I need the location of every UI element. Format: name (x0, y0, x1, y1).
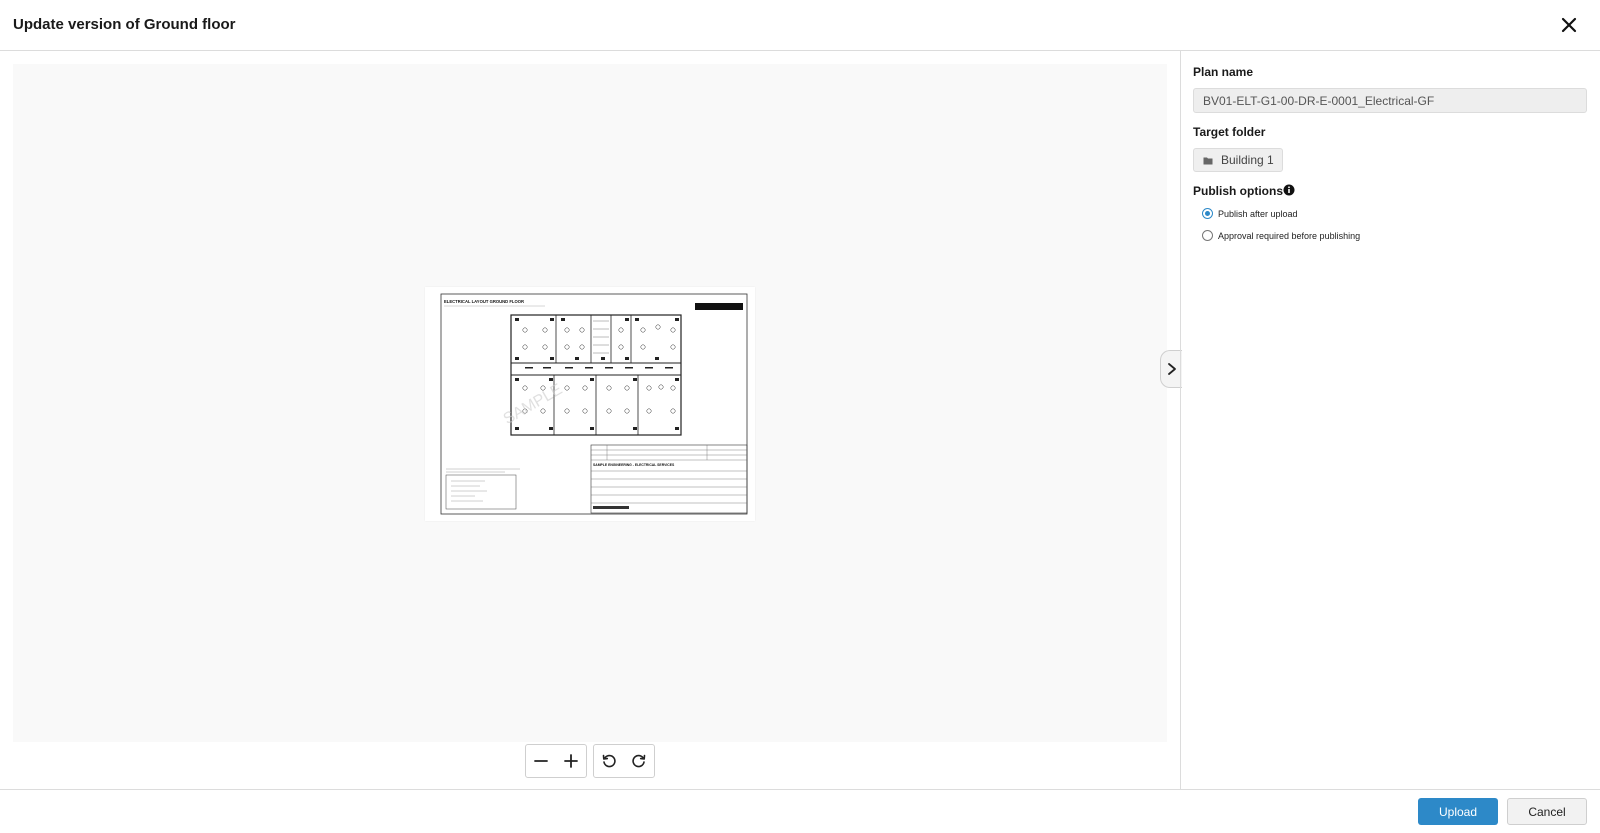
close-icon (1561, 17, 1577, 33)
title-block-company: SAMPLE ENGINEERING - ELECTRICAL SERVICES (593, 463, 675, 467)
cancel-button[interactable]: Cancel (1507, 798, 1587, 825)
rotate-left-icon (602, 754, 616, 768)
settings-panel: Plan name Target folder Building 1 Publi… (1193, 51, 1588, 789)
close-button[interactable] (1558, 14, 1580, 36)
approval-required-radio[interactable] (1202, 230, 1213, 241)
approval-required-label: Approval required before publishing (1218, 230, 1361, 241)
chevron-right-icon (1167, 363, 1176, 375)
zoom-in-button[interactable] (556, 745, 586, 777)
rotate-right-button[interactable] (624, 745, 654, 777)
publish-after-upload-option[interactable]: Publish after upload (1202, 208, 1298, 219)
plan-name-input[interactable] (1193, 88, 1587, 113)
rotate-left-button[interactable] (594, 745, 624, 777)
plan-name-label: Plan name (1193, 65, 1254, 79)
dialog-header: Update version of Ground floor (0, 0, 1600, 51)
target-folder-name: Building 1 (1221, 153, 1274, 167)
info-icon[interactable] (1283, 184, 1295, 196)
zoom-controls (525, 744, 587, 778)
preview-area: ELECTRICAL LAYOUT GROUND FLOOR SAMPLE SA… (0, 51, 1180, 789)
rotate-right-icon (632, 754, 646, 768)
floor-plan-drawing: ELECTRICAL LAYOUT GROUND FLOOR SAMPLE SA… (440, 293, 748, 515)
folder-icon (1203, 157, 1213, 164)
preview-canvas[interactable]: ELECTRICAL LAYOUT GROUND FLOOR SAMPLE SA… (13, 64, 1167, 742)
approval-required-option[interactable]: Approval required before publishing (1202, 230, 1360, 241)
minus-icon (534, 760, 548, 762)
target-folder-chip[interactable]: Building 1 (1193, 148, 1283, 172)
collapse-panel-toggle[interactable] (1160, 350, 1182, 388)
sheet-heading: ELECTRICAL LAYOUT GROUND FLOOR (444, 299, 524, 304)
plus-icon (564, 754, 578, 768)
rotate-controls (593, 744, 655, 778)
plan-thumbnail: ELECTRICAL LAYOUT GROUND FLOOR SAMPLE SA… (425, 287, 755, 521)
zoom-out-button[interactable] (526, 745, 556, 777)
dialog-footer: Upload Cancel (0, 789, 1600, 833)
publish-after-upload-label: Publish after upload (1218, 208, 1298, 219)
publish-after-upload-radio[interactable] (1202, 208, 1213, 219)
target-folder-label: Target folder (1193, 125, 1266, 139)
panel-divider (1180, 51, 1181, 789)
upload-button[interactable]: Upload (1418, 798, 1498, 825)
dialog-title: Update version of Ground floor (13, 16, 236, 33)
publish-options-label: Publish options (1193, 184, 1283, 198)
